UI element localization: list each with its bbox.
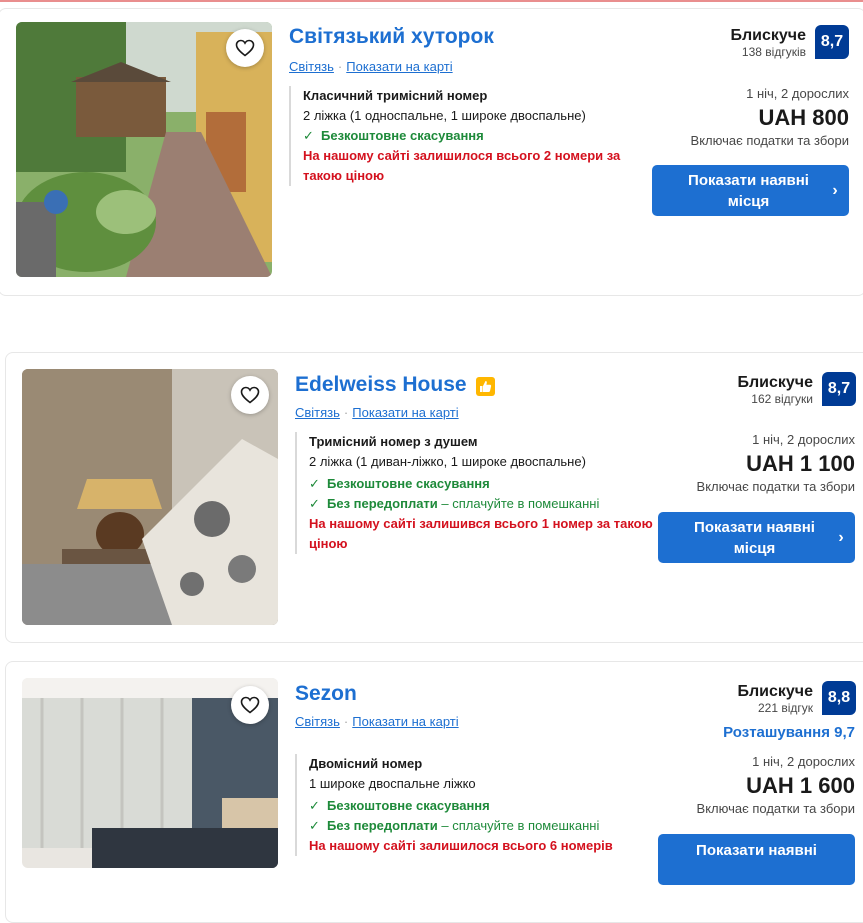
property-title[interactable]: Sezon (295, 682, 357, 706)
property-title[interactable]: Edelweiss House (295, 373, 496, 397)
check-icon: ✓ (309, 476, 320, 491)
stay-summary: 1 ніч, 2 дорослих (746, 86, 849, 101)
heart-outline-icon (240, 386, 260, 404)
location-link[interactable]: Світязь (289, 59, 334, 74)
review-score-badge: 8,7 (822, 372, 856, 406)
heart-outline-icon (235, 39, 255, 57)
property-location-links: Світязь · Показати на карті (289, 59, 453, 74)
availability-warning: На нашому сайті залишилося всього 6 номе… (309, 838, 613, 853)
see-availability-button[interactable]: Показати наявні місця › (658, 512, 855, 563)
show-on-map-link[interactable]: Показати на карті (346, 59, 452, 74)
check-icon: ✓ (309, 818, 320, 833)
check-icon: ✓ (309, 496, 320, 511)
location-score[interactable]: Розташування 9,7 (595, 724, 855, 741)
thumbs-up-badge-icon (476, 377, 496, 396)
show-on-map-link[interactable]: Показати на карті (352, 714, 458, 729)
property-location-links: Світязь · Показати на карті (295, 405, 459, 420)
review-count: 221 відгук (757, 701, 813, 715)
availability-warning: На нашому сайті залишився всього 1 номер… (309, 516, 653, 551)
favorite-button[interactable] (226, 29, 264, 67)
price-block: 1 ніч, 2 дорослих UAH 1 100 Включає пода… (595, 432, 855, 494)
location-link[interactable]: Світязь (295, 714, 340, 729)
no-prepayment: ✓ Без передоплати – сплачуйте в помешканн… (309, 494, 659, 514)
review-count: 162 відгуки (751, 392, 813, 406)
rating-word: Блискуче (730, 27, 807, 44)
price-block: 1 ніч, 2 дорослих UAH 1 600 Включає пода… (595, 754, 855, 816)
separator-dot: · (343, 714, 349, 729)
availability-warning: На нашому сайті залишилося всього 2 номе… (303, 148, 621, 183)
review-score-badge: 8,8 (822, 681, 856, 715)
check-icon: ✓ (303, 128, 314, 143)
chevron-right-icon: › (838, 528, 844, 546)
review-score-badge: 8,7 (815, 25, 849, 59)
heart-outline-icon (240, 696, 260, 714)
stay-summary: 1 ніч, 2 дорослих (752, 754, 855, 769)
taxes-note: Включає податки та збори (696, 801, 855, 816)
review-count: 138 відгуків (741, 45, 806, 59)
show-on-map-link[interactable]: Показати на карті (352, 405, 458, 420)
chevron-right-icon: › (832, 181, 838, 199)
property-location-links: Світязь · Показати на карті (295, 714, 459, 729)
price: UAH 1 600 (746, 773, 855, 798)
favorite-button[interactable] (231, 376, 269, 414)
price: UAH 800 (758, 105, 849, 130)
check-icon: ✓ (309, 798, 320, 813)
stay-summary: 1 ніч, 2 дорослих (752, 432, 855, 447)
separator-dot: · (343, 405, 349, 420)
no-prepayment: ✓ Без передоплати – сплачуйте в помешканн… (309, 816, 659, 836)
taxes-note: Включає податки та збори (696, 479, 855, 494)
location-link[interactable]: Світязь (295, 405, 340, 420)
rating-summary[interactable]: Блискуче 162 відгуки (613, 374, 814, 406)
favorite-button[interactable] (231, 686, 269, 724)
property-title[interactable]: Світязький хуторок (289, 25, 494, 49)
rating-summary[interactable]: Блискуче 138 відгуків (606, 27, 807, 59)
top-divider (0, 0, 863, 2)
see-availability-button[interactable]: Показати наявні місця › (652, 165, 849, 216)
price: UAH 1 100 (746, 451, 855, 476)
see-availability-button[interactable]: Показати наявні (658, 834, 855, 885)
taxes-note: Включає податки та збори (690, 133, 849, 148)
rating-summary[interactable]: Блискуче 221 відгук (613, 683, 814, 715)
rating-word: Блискуче (737, 374, 814, 391)
price-block: 1 ніч, 2 дорослих UAH 800 Включає податк… (589, 86, 849, 148)
separator-dot: · (337, 59, 343, 74)
rating-word: Блискуче (737, 683, 814, 700)
